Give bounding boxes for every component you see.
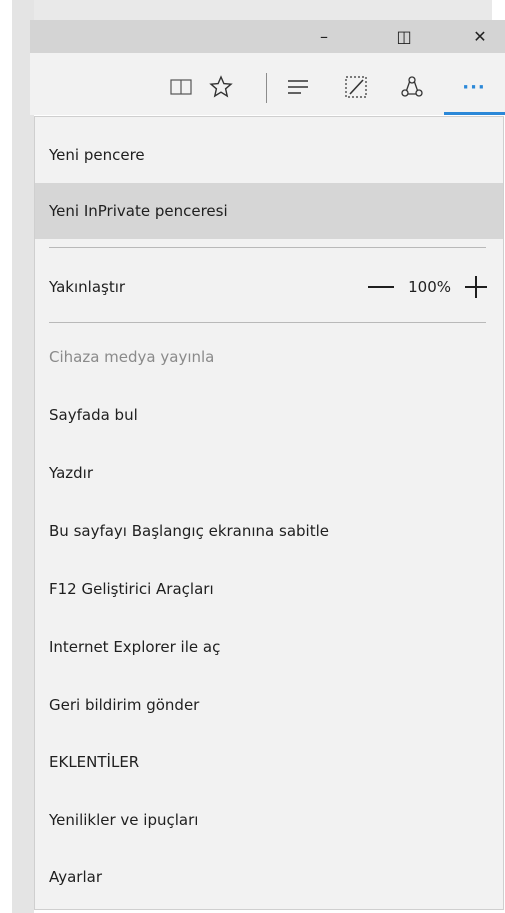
more-button[interactable]: ··· <box>448 73 500 101</box>
browser-toolbar: ··· <box>30 53 505 115</box>
menu-item-label: Cihaza medya yayınla <box>49 348 215 366</box>
title-bar: – ◫ ✕ <box>30 20 505 53</box>
more-actions-menu: Yeni pencere Yeni InPrivate penceresi Ya… <box>34 116 504 910</box>
menu-item-label: Yazdır <box>49 464 94 482</box>
share-icon <box>401 76 423 97</box>
menu-item-new-window[interactable]: Yeni pencere <box>35 127 503 183</box>
zoom-label: Yakınlaştır <box>49 278 126 296</box>
menu-item-label: F12 Geliştirici Araçları <box>49 580 214 598</box>
zoom-out-button[interactable] <box>368 276 395 298</box>
reading-view-icon <box>170 79 192 95</box>
menu-item-label: Internet Explorer ile aç <box>49 638 221 656</box>
menu-item-open-in-ie[interactable]: Internet Explorer ile aç <box>35 619 503 675</box>
more-icon: ··· <box>462 76 486 98</box>
toolbar-separator <box>266 73 267 103</box>
menu-item-cast-media: Cihaza medya yayınla <box>35 329 503 385</box>
menu-divider <box>49 247 486 248</box>
menu-divider <box>49 322 486 323</box>
background-window-left <box>12 0 34 913</box>
menu-item-label: Yeni pencere <box>49 146 145 164</box>
zoom-in-button[interactable] <box>465 276 487 298</box>
minimize-button[interactable]: – <box>306 20 342 53</box>
web-note-button[interactable] <box>342 73 370 101</box>
menu-item-label: EKLENTİLER <box>49 753 140 771</box>
menu-item-send-feedback[interactable]: Geri bildirim gönder <box>35 677 503 733</box>
menu-item-pin-to-start[interactable]: Bu sayfayı Başlangıç ekranına sabitle <box>35 503 503 559</box>
menu-item-extensions[interactable]: EKLENTİLER <box>35 734 503 790</box>
menu-item-find-on-page[interactable]: Sayfada bul <box>35 387 503 443</box>
menu-item-label: Ayarlar <box>49 868 103 886</box>
menu-item-print[interactable]: Yazdır <box>35 445 503 501</box>
background-window-top <box>30 0 492 22</box>
zoom-level: 100% <box>408 278 451 296</box>
minimize-icon: – <box>320 27 328 46</box>
minus-icon <box>368 286 395 288</box>
menu-item-label: Sayfada bul <box>49 406 138 424</box>
menu-item-settings[interactable]: Ayarlar <box>35 849 503 905</box>
menu-item-label: Yenilikler ve ipuçları <box>49 811 199 829</box>
hub-button[interactable] <box>284 73 312 101</box>
menu-item-label: Yeni InPrivate penceresi <box>49 202 228 220</box>
menu-item-label: Bu sayfayı Başlangıç ekranına sabitle <box>49 522 329 540</box>
web-note-icon <box>345 76 367 98</box>
reading-view-button[interactable] <box>168 73 194 101</box>
more-button-active-indicator <box>444 112 505 115</box>
hub-icon <box>288 80 308 94</box>
menu-item-label: Geri bildirim gönder <box>49 696 200 714</box>
zoom-controls: 100% <box>368 250 487 324</box>
favorite-button[interactable] <box>208 73 234 101</box>
favorite-star-icon <box>209 75 233 98</box>
close-button[interactable]: ✕ <box>462 20 498 53</box>
menu-item-zoom: Yakınlaştır 100% <box>35 250 503 324</box>
restore-icon: ◫ <box>396 27 412 46</box>
menu-item-tips[interactable]: Yenilikler ve ipuçları <box>35 792 503 848</box>
restore-button[interactable]: ◫ <box>386 20 422 53</box>
menu-item-new-inprivate[interactable]: Yeni InPrivate penceresi <box>35 183 503 239</box>
menu-item-developer-tools[interactable]: F12 Geliştirici Araçları <box>35 561 503 617</box>
share-button[interactable] <box>398 73 426 101</box>
close-icon: ✕ <box>473 27 487 46</box>
